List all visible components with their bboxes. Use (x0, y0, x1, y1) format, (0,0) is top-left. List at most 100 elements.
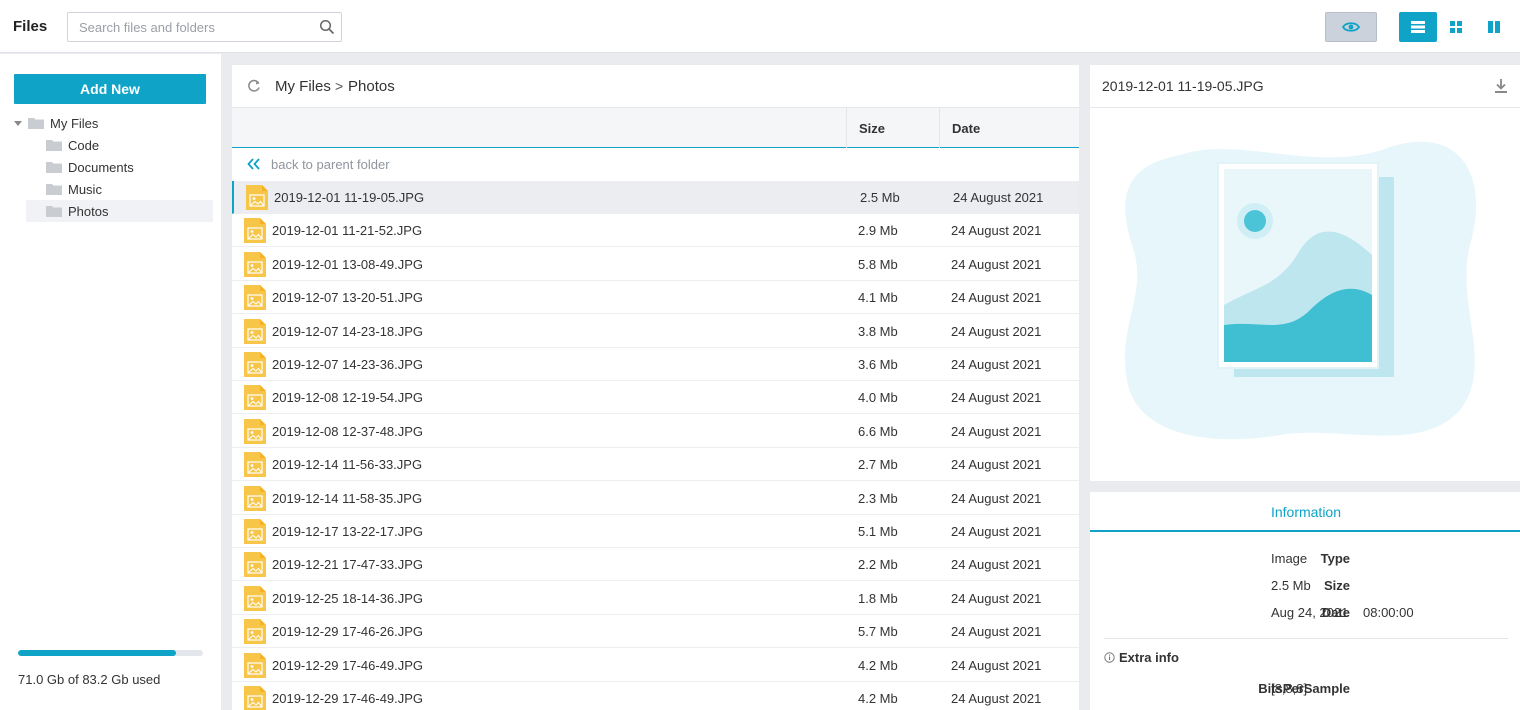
file-row[interactable]: 2019-12-07 13-20-51.JPG 4.1 Mb 24 August 2… (232, 281, 1079, 315)
file-name: 2019-12-07 13-20-51.JPG (272, 290, 424, 306)
search-input[interactable] (68, 13, 313, 41)
file-name: 2019-12-25 18-14-36.JPG (272, 590, 424, 606)
file-size: 4.2 Mb (858, 657, 898, 673)
file-row[interactable]: 2019-12-29 17-46-49.JPG 4.2 Mb 24 August 2… (232, 682, 1079, 710)
back-to-parent-label: back to parent folder (271, 157, 390, 172)
file-name: 2019-12-01 13-08-49.JPG (272, 256, 424, 272)
app-title: Files (13, 18, 48, 35)
tab-information-label: Information (1270, 504, 1342, 520)
file-date: 24 August 2021 (951, 457, 1042, 473)
image-file-icon (244, 552, 266, 578)
search-icon[interactable] (319, 19, 335, 35)
file-name: 2019-12-29 17-46-49.JPG (272, 691, 424, 706)
info-size-value: 2.5 Mb (1271, 578, 1311, 593)
info-bits-per-sample-value: [8,8,8] (1271, 681, 1308, 696)
file-date: 24 August 2021 (951, 390, 1042, 406)
file-row[interactable]: 2019-12-01 13-08-49.JPG 5.8 Mb 24 August 2… (232, 248, 1079, 281)
extra-info-header[interactable]: Extra info (1104, 650, 1179, 665)
file-size: 4.0 Mb (858, 390, 898, 406)
column-header-row: Size Date (232, 108, 1079, 148)
image-file-icon (244, 585, 266, 611)
file-date: 24 August 2021 (953, 190, 1044, 205)
file-date: 24 August 2021 (951, 423, 1042, 439)
tree-item-code[interactable]: Code (26, 134, 213, 156)
file-size: 6.6 Mb (858, 423, 898, 439)
folder-icon (46, 140, 62, 151)
add-new-button[interactable]: Add New (14, 74, 206, 104)
tree-item-label: Code (68, 137, 100, 153)
folder-icon (28, 118, 44, 129)
folder-icon (46, 184, 62, 195)
breadcrumb-item-photos[interactable]: Photos (348, 78, 395, 95)
file-size: 1.8 Mb (858, 590, 898, 606)
tab-information[interactable]: Information (1090, 492, 1520, 532)
image-file-icon (244, 318, 266, 344)
image-file-icon (244, 251, 266, 277)
column-header-size[interactable]: Size (846, 108, 939, 148)
file-size: 5.8 Mb (858, 256, 898, 272)
file-row[interactable]: 2019-12-08 12-19-54.JPG 4.0 Mb 24 August 2… (232, 381, 1079, 415)
split-view-button[interactable] (1475, 12, 1513, 42)
info-divider (1104, 638, 1508, 639)
breadcrumb-item-my-files[interactable]: My Files (275, 78, 331, 95)
breadcrumb-separator: > (335, 78, 344, 94)
file-row[interactable]: 2019-12-29 17-46-49.JPG 4.2 Mb 24 August 2… (232, 649, 1079, 682)
file-size: 2.2 Mb (858, 557, 898, 573)
file-row[interactable]: 2019-12-07 14-23-36.JPG 3.6 Mb 24 August 2… (232, 348, 1079, 381)
image-file-icon (244, 485, 266, 511)
file-row[interactable]: 2019-12-07 14-23-18.JPG 3.8 Mb 24 August 2… (232, 315, 1079, 348)
tiles-view-button[interactable] (1437, 12, 1475, 42)
file-date: 24 August 2021 (951, 590, 1042, 606)
extra-info-label: Extra info (1119, 650, 1179, 665)
storage-usage-bar (18, 650, 203, 656)
image-file-icon (244, 385, 266, 411)
file-name: 2019-12-14 11-58-35.JPG (272, 490, 423, 506)
file-row[interactable]: 2019-12-14 11-58-35.JPG 2.3 Mb 24 August 2… (232, 482, 1079, 515)
file-row[interactable]: 2019-12-08 12-37-48.JPG 6.6 Mb 24 August 2… (232, 415, 1079, 448)
file-row[interactable]: 2019-12-21 17-47-33.JPG 2.2 Mb 24 August 2… (232, 548, 1079, 582)
file-name: 2019-12-08 12-19-54.JPG (272, 390, 424, 406)
file-name: 2019-12-17 13-22-17.JPG (272, 524, 424, 539)
file-name: 2019-12-29 17-46-26.JPG (272, 624, 424, 640)
list-view-button[interactable] (1399, 12, 1437, 42)
info-type-key: Type (1320, 551, 1350, 566)
back-to-parent-row[interactable]: back to parent folder (232, 148, 1079, 181)
file-size: 4.1 Mb (858, 290, 898, 306)
search-box[interactable] (67, 12, 342, 42)
folder-icon (46, 162, 62, 173)
file-name: 2019-12-21 17-47-33.JPG (272, 557, 424, 573)
tree-item-my-files[interactable]: My Files (12, 112, 212, 134)
refresh-icon[interactable] (246, 78, 262, 94)
info-size-key: Size (1323, 578, 1350, 593)
eye-icon (1342, 22, 1360, 32)
file-row[interactable]: 2019-12-25 18-14-36.JPG 1.8 Mb 24 August 2… (232, 582, 1079, 615)
tree-item-label: Documents (68, 159, 134, 175)
tree-item-label: Music (68, 181, 102, 197)
file-date: 24 August 2021 (951, 490, 1042, 506)
tree-item-label: Photos (68, 203, 109, 219)
info-type-value: Image (1271, 551, 1308, 566)
file-size: 3.6 Mb (858, 357, 898, 372)
file-name: 2019-12-07 14-23-18.JPG (272, 323, 424, 339)
file-size: 5.1 Mb (858, 524, 898, 539)
tree-item-music[interactable]: Music (26, 178, 213, 200)
image-file-icon (244, 218, 266, 244)
column-header-date[interactable]: Date (939, 108, 1079, 148)
file-row[interactable]: 2019-12-17 13-22-17.JPG 5.1 Mb 24 August 2… (232, 515, 1079, 548)
file-date: 24 August 2021 (951, 657, 1042, 673)
file-row[interactable]: 2019-12-01 11-21-52.JPG 2.9 Mb 24 August 2… (232, 214, 1079, 248)
file-size: 2.7 Mb (858, 457, 898, 473)
file-size: 4.2 Mb (858, 691, 898, 706)
file-row[interactable]: 2019-12-01 11-19-05.JPG 2.5 Mb 24 August 2… (232, 181, 1079, 214)
file-name: 2019-12-07 14-23-36.JPG (272, 357, 424, 372)
file-row[interactable]: 2019-12-14 11-56-33.JPG 2.7 Mb 24 August 2… (232, 448, 1079, 482)
tree-item-documents[interactable]: Documents (26, 156, 213, 178)
file-date: 24 August 2021 (951, 290, 1042, 306)
file-date: 24 August 2021 (951, 691, 1042, 706)
caret-down-icon[interactable] (12, 117, 24, 129)
file-row[interactable]: 2019-12-29 17-46-26.JPG 5.7 Mb 24 August 2… (232, 615, 1079, 649)
tree-item-photos[interactable]: Photos (26, 200, 213, 222)
file-name: 2019-12-01 11-19-05.JPG (274, 190, 425, 205)
download-icon[interactable] (1494, 78, 1508, 94)
preview-toggle-button[interactable] (1325, 12, 1377, 42)
